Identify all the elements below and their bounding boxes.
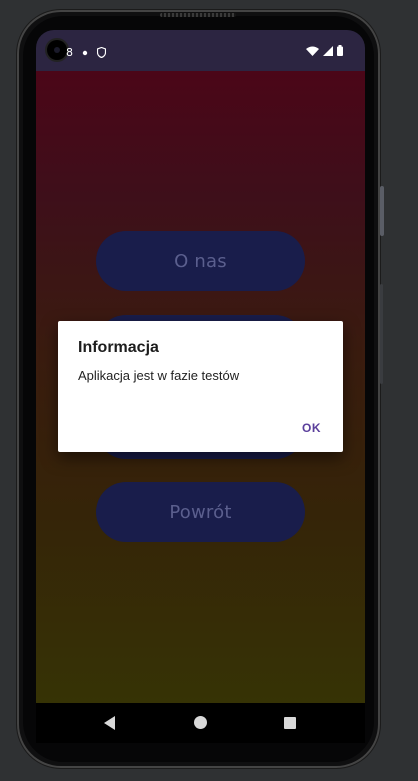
back-button[interactable]: Powrót [96,482,305,542]
navigation-bar [36,703,365,743]
home-icon[interactable] [194,716,207,729]
notification-dot-icon [82,50,88,55]
about-button[interactable]: O nas [96,231,305,291]
dialog-message: Aplikacja jest w fazie testów [78,368,240,383]
dialog-title: Informacja [78,339,159,356]
front-camera-icon [47,40,67,60]
status-right [306,45,343,56]
back-icon[interactable] [104,716,115,730]
ok-button[interactable]: OK [302,421,321,435]
speaker-grill [160,13,236,17]
volume-button[interactable] [380,284,383,384]
status-left: 8 [66,46,106,59]
status-bar: 8 [36,30,365,71]
status-text: 8 [66,46,73,59]
signal-icon [323,45,333,56]
info-dialog: Informacja Aplikacja jest w fazie testów… [58,321,343,452]
recents-icon[interactable] [284,717,296,729]
battery-icon [337,45,343,56]
shield-icon [97,47,106,58]
wifi-icon [306,46,319,56]
power-button[interactable] [380,186,384,236]
